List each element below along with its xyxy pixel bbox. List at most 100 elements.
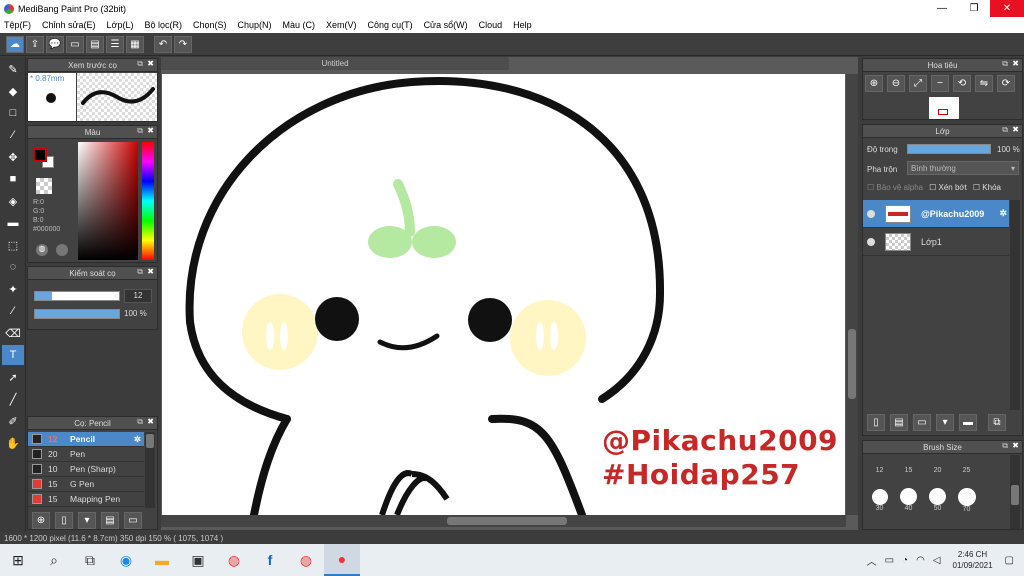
brush-menu-icon[interactable]: ▾ bbox=[78, 511, 96, 529]
brush-size-preset[interactable]: 30 bbox=[866, 485, 894, 515]
settings-gear-icon[interactable]: ✲ bbox=[134, 434, 141, 445]
magic-wand-tool-icon[interactable]: ✦ bbox=[2, 279, 24, 299]
menu-cloud[interactable]: Cloud bbox=[479, 20, 503, 30]
fill-rect-tool-icon[interactable]: ■ bbox=[2, 169, 24, 189]
layer-menu-icon[interactable]: ▾ bbox=[936, 414, 954, 431]
menu-view[interactable]: Xem(V) bbox=[326, 20, 357, 30]
select-pen-tool-icon[interactable]: ⁄ bbox=[2, 301, 24, 321]
task-view-icon[interactable]: ⧉ bbox=[72, 544, 108, 576]
select-eraser-tool-icon[interactable]: ⌫ bbox=[2, 323, 24, 343]
operation-tool-icon[interactable]: ➚ bbox=[2, 367, 24, 387]
panel-close-icon[interactable]: ✖ bbox=[147, 126, 154, 135]
facebook-icon[interactable]: f bbox=[252, 544, 288, 576]
brush-add-icon[interactable]: ⊕ bbox=[32, 511, 50, 529]
layer-settings-gear-icon[interactable]: ✲ bbox=[999, 208, 1007, 219]
message-icon[interactable]: ▭ bbox=[66, 35, 84, 53]
primary-color-swatch[interactable] bbox=[33, 148, 47, 162]
medibang-taskbar-icon[interactable]: ● bbox=[324, 544, 360, 576]
eyedropper-tool-icon[interactable]: ✐ bbox=[2, 411, 24, 431]
windows-start-icon[interactable]: ⊞ bbox=[0, 544, 36, 576]
visibility-eye-icon[interactable] bbox=[867, 237, 875, 246]
lasso-tool-icon[interactable]: ◌ bbox=[2, 257, 24, 277]
move-tool-icon[interactable]: ✥ bbox=[2, 147, 24, 167]
brush-size-slider[interactable] bbox=[34, 291, 120, 301]
panel-close-icon[interactable]: ✖ bbox=[1012, 441, 1019, 450]
visibility-eye-icon[interactable] bbox=[867, 209, 875, 218]
blend-mode-select[interactable]: Bình thường ▾ bbox=[907, 161, 1019, 175]
layer-item-lop1[interactable]: Lớp1 bbox=[863, 228, 1009, 256]
brush-tool-icon[interactable]: ✎ bbox=[2, 59, 24, 79]
menu-file[interactable]: Tệp(F) bbox=[4, 20, 31, 30]
brush-new-icon[interactable]: ▯ bbox=[55, 511, 73, 529]
brush-folder-icon[interactable]: ▭ bbox=[124, 511, 142, 529]
undo-icon[interactable]: ↶ bbox=[154, 35, 172, 53]
chrome-profile-icon[interactable]: ◍ bbox=[288, 544, 324, 576]
canvas-vertical-scrollbar[interactable] bbox=[846, 74, 858, 515]
volume-icon[interactable]: ◁ bbox=[933, 555, 941, 566]
menu-layer[interactable]: Lớp(L) bbox=[107, 20, 134, 30]
panel-close-icon[interactable]: ✖ bbox=[147, 267, 154, 276]
brush-size-scrollbar[interactable] bbox=[1010, 455, 1020, 529]
new-halftone-layer-icon[interactable]: ▤ bbox=[890, 414, 908, 431]
list-icon[interactable]: ☰ bbox=[106, 35, 124, 53]
canvas-horizontal-scrollbar[interactable] bbox=[161, 515, 846, 527]
taskbar-clock[interactable]: 2:46 CH 01/09/2021 bbox=[953, 549, 993, 571]
brush-item-pen-sharp[interactable]: 10 Pen (Sharp) bbox=[28, 462, 144, 477]
drawing-canvas[interactable]: @Pikachu2009 #Hoidap257 bbox=[162, 74, 845, 515]
edge-browser-icon[interactable]: ◉ bbox=[108, 544, 144, 576]
layer-scrollbar[interactable] bbox=[1010, 200, 1020, 410]
brush-size-preset[interactable]: 12 bbox=[866, 455, 894, 485]
upload-icon[interactable]: ⇪ bbox=[26, 35, 44, 53]
navigator-thumbnail[interactable] bbox=[929, 97, 959, 119]
layer-item-pikachu[interactable]: @Pikachu2009 ✲ bbox=[863, 200, 1009, 228]
zoom-in-icon[interactable]: ⊕ bbox=[865, 75, 883, 92]
menu-edit[interactable]: Chỉnh sửa(E) bbox=[42, 20, 96, 30]
panel-close-icon[interactable]: ✖ bbox=[147, 417, 154, 426]
eraser-tool-icon[interactable]: ◆ bbox=[2, 81, 24, 101]
comment-icon[interactable]: 💬 bbox=[46, 35, 64, 53]
rotate-icon[interactable]: ⟲ bbox=[953, 75, 971, 92]
menu-snap[interactable]: Chụp(N) bbox=[238, 20, 272, 30]
bucket-tool-icon[interactable]: ◈ bbox=[2, 191, 24, 211]
brush-size-value[interactable]: 12 bbox=[124, 289, 152, 303]
menu-help[interactable]: Help bbox=[513, 20, 532, 30]
close-button[interactable]: ✕ bbox=[990, 0, 1024, 17]
file-explorer-icon[interactable]: ▬ bbox=[144, 544, 180, 576]
brush-list-scrollbar[interactable] bbox=[145, 432, 155, 508]
tray-chevron-icon[interactable]: ︿ bbox=[867, 553, 877, 568]
hand-tool-icon[interactable]: ✋ bbox=[2, 433, 24, 453]
menu-tools[interactable]: Công cụ(T) bbox=[368, 20, 413, 30]
saturation-value-picker[interactable] bbox=[78, 142, 138, 260]
brush-opacity-slider[interactable] bbox=[34, 309, 120, 319]
menu-window[interactable]: Cửa sổ(W) bbox=[424, 20, 468, 30]
transparent-color-swatch[interactable] bbox=[36, 178, 52, 194]
protect-alpha-checkbox[interactable]: ☐ Bảo vệ alpha bbox=[867, 183, 923, 192]
brush-file-icon[interactable]: ▤ bbox=[101, 511, 119, 529]
document-icon[interactable]: ▤ bbox=[86, 35, 104, 53]
brush-item-pencil[interactable]: 12 Pencil ✲ bbox=[28, 432, 144, 447]
brush-size-preset[interactable]: 20 bbox=[924, 455, 952, 485]
brush-size-preset[interactable]: 70 bbox=[953, 485, 981, 515]
reset-rotate-icon[interactable]: ⟳ bbox=[997, 75, 1015, 92]
gradient-tool-icon[interactable]: ▬ bbox=[2, 213, 24, 233]
layer-opacity-slider[interactable] bbox=[907, 144, 991, 154]
store-icon[interactable]: ▣ bbox=[180, 544, 216, 576]
rectangle-tool-icon[interactable]: □ bbox=[2, 103, 24, 123]
fit-icon[interactable]: ⤢ bbox=[909, 75, 927, 92]
search-icon[interactable]: ⌕ bbox=[36, 544, 72, 576]
battery-icon[interactable]: ▭ bbox=[885, 555, 894, 566]
divide-tool-icon[interactable]: ╱ bbox=[2, 389, 24, 409]
zoom-out-icon[interactable]: ⊖ bbox=[887, 75, 905, 92]
maximize-button[interactable]: ❐ bbox=[958, 0, 990, 17]
lock-checkbox[interactable]: ☐ Khóa bbox=[973, 183, 1001, 192]
menu-select[interactable]: Chọn(S) bbox=[193, 20, 227, 30]
wifi-icon[interactable]: ◠ bbox=[916, 555, 925, 566]
hue-slider[interactable] bbox=[142, 142, 154, 260]
minimize-button[interactable]: — bbox=[926, 0, 958, 17]
brush-item-g-pen[interactable]: 15 G Pen bbox=[28, 477, 144, 492]
brush-item-pen[interactable]: 20 Pen bbox=[28, 447, 144, 462]
color-set-icon[interactable] bbox=[56, 244, 68, 256]
brush-size-preset[interactable]: 25 bbox=[953, 455, 981, 485]
menu-filter[interactable]: Bộ lọc(R) bbox=[144, 20, 182, 30]
menu-color[interactable]: Màu (C) bbox=[283, 20, 316, 30]
